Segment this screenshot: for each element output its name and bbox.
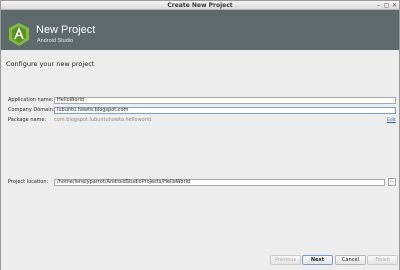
header-title: New Project bbox=[36, 24, 96, 36]
previous-button[interactable]: Previous bbox=[270, 255, 301, 265]
maximize-icon[interactable]: ▢ bbox=[383, 2, 390, 9]
browse-button[interactable]: ... bbox=[388, 178, 396, 186]
finish-button[interactable]: Finish bbox=[367, 255, 398, 265]
close-icon[interactable]: ✕ bbox=[391, 2, 398, 9]
cancel-button[interactable]: Cancel bbox=[335, 255, 366, 265]
title-bar: Create New Project – ▢ ✕ bbox=[1, 1, 399, 10]
project-location-input[interactable]: /home/lonelyparrot/AndroidStudioProjects… bbox=[54, 179, 385, 186]
wizard-header: New Project Android Studio bbox=[1, 10, 399, 50]
company-domain-input[interactable]: lubuntu.howto.blogspot.com bbox=[54, 107, 396, 114]
wizard-footer: Previous Next Cancel Finish bbox=[1, 252, 399, 270]
company-domain-label: Company Domain: bbox=[8, 107, 55, 113]
package-name-label: Package name: bbox=[8, 117, 47, 123]
minimize-icon[interactable]: – bbox=[375, 2, 382, 9]
application-name-label: Application name: bbox=[8, 97, 54, 103]
application-name-input[interactable]: HelloWorld bbox=[54, 97, 396, 104]
window-title: Create New Project bbox=[167, 2, 233, 9]
dialog-window: Create New Project – ▢ ✕ New Project And… bbox=[0, 0, 400, 270]
header-subtitle: Android Studio bbox=[37, 38, 74, 44]
section-title: Configure your new project bbox=[6, 60, 95, 68]
project-location-label: Project location: bbox=[8, 179, 49, 185]
android-studio-logo-icon bbox=[9, 23, 29, 46]
package-edit-link[interactable]: Edit bbox=[387, 117, 396, 124]
wizard-content: Configure your new project Application n… bbox=[1, 50, 399, 252]
package-name-value: com.blogspot.lubuntuhowto.helloworld bbox=[54, 117, 152, 123]
next-button[interactable]: Next bbox=[302, 255, 333, 265]
